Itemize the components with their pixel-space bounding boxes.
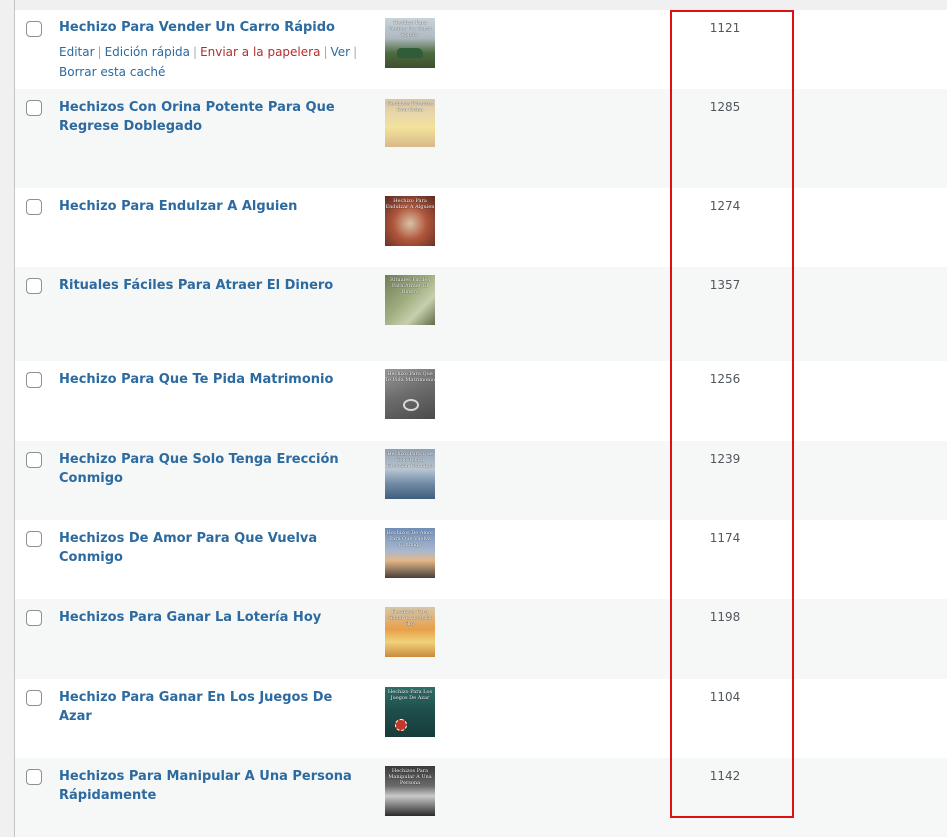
row-checkbox[interactable] [26, 278, 42, 294]
post-thumbnail[interactable]: Hechizos De Amor Para Que Vuelva Conmigo [385, 528, 435, 578]
post-thumbnail[interactable]: Hechizo Para Vender Un Carro Rápido [385, 18, 435, 68]
thumbnail-caption: Rituales Fáciles Para Atraer El Dinero [390, 277, 430, 295]
table-row: Hechizo Para Ganar En Los Juegos De Azar… [15, 679, 947, 758]
thumbnail-caption: Hechizos Potentes Con Orina [386, 101, 434, 113]
table-row: Hechizos Para Ganar La Lotería Hoy Hechi… [15, 599, 947, 679]
post-thumbnail[interactable]: Hechizos Potentes Con Orina [385, 99, 435, 147]
view-link[interactable]: Ver [330, 45, 350, 59]
table-row: Hechizo Para Que Te Pida Matrimonio Hech… [15, 361, 947, 441]
table-row: Hechizos Para Manipular A Una Persona Rá… [15, 758, 947, 837]
thumbnail-caption: Hechizo Para Vender Un Carro Rápido [388, 20, 432, 38]
row-checkbox[interactable] [26, 610, 42, 626]
thumbnail-caption: Hechizos Para Ganar La Lotería Hoy [388, 609, 432, 627]
row-checkbox[interactable] [26, 100, 42, 116]
post-thumbnail[interactable]: Hechizo Para Que Te Pida Matrimonio [385, 369, 435, 419]
table-row: Hechizo Para Que Solo Tenga Erección Con… [15, 441, 947, 520]
post-title-link[interactable]: Hechizo Para Ganar En Los Juegos De Azar [59, 688, 369, 726]
view-count: 1256 [709, 372, 741, 386]
post-title-link[interactable]: Hechizo Para Vender Un Carro Rápido [59, 18, 369, 37]
view-count: 1198 [709, 610, 741, 624]
view-count: 1121 [709, 21, 741, 35]
thumbnail-caption: Hechizo Para Que Solo Tenga Erección Con… [386, 451, 434, 469]
car-shape [397, 48, 423, 58]
clear-cache-link[interactable]: Borrar esta caché [59, 65, 165, 79]
post-title-link[interactable]: Hechizos Para Ganar La Lotería Hoy [59, 608, 369, 627]
view-count: 1142 [709, 769, 741, 783]
posts-table: Hechizo Para Vender Un Carro Rápido Edit… [15, 0, 947, 837]
post-title-link[interactable]: Hechizo Para Endulzar A Alguien [59, 197, 369, 216]
table-row: Hechizo Para Vender Un Carro Rápido Edit… [15, 10, 947, 89]
view-count: 1285 [709, 100, 741, 114]
edit-link[interactable]: Editar [59, 45, 95, 59]
separator: | [353, 45, 358, 59]
separator: | [193, 45, 198, 59]
post-title-link[interactable]: Hechizo Para Que Te Pida Matrimonio [59, 370, 369, 389]
separator: | [97, 45, 102, 59]
post-thumbnail[interactable]: Rituales Fáciles Para Atraer El Dinero [385, 275, 435, 325]
post-title-link[interactable]: Hechizos De Amor Para Que Vuelva Conmigo [59, 529, 369, 567]
post-title-link[interactable]: Hechizos Para Manipular A Una Persona Rá… [59, 767, 369, 805]
thumbnail-caption: Hechizo Para Que Te Pida Matrimonio [385, 371, 435, 383]
thumbnail-caption: Hechizos Para Manipular A Una Persona [388, 768, 432, 786]
table-row: Hechizos Con Orina Potente Para Que Regr… [15, 89, 947, 188]
row-actions: Editar | Edición rápida | Enviar a la papele… [59, 42, 369, 82]
admin-sidebar-edge [0, 0, 15, 837]
poker-chip-shape [395, 719, 407, 731]
table-row: Rituales Fáciles Para Atraer El Dinero R… [15, 267, 947, 361]
post-thumbnail[interactable]: Hechizo Para Que Solo Tenga Erección Con… [385, 449, 435, 499]
row-checkbox[interactable] [26, 199, 42, 215]
row-checkbox[interactable] [26, 531, 42, 547]
row-checkbox[interactable] [26, 372, 42, 388]
separator: | [323, 45, 328, 59]
posts-list-screen: Hechizo Para Vender Un Carro Rápido Edit… [0, 0, 947, 837]
trash-link[interactable]: Enviar a la papelera [200, 45, 320, 59]
post-thumbnail[interactable]: Hechizos Para Ganar La Lotería Hoy [385, 607, 435, 657]
post-title-link[interactable]: Hechizos Con Orina Potente Para Que Regr… [59, 98, 369, 136]
row-checkbox[interactable] [26, 452, 42, 468]
post-title-link[interactable]: Hechizo Para Que Solo Tenga Erección Con… [59, 450, 369, 488]
view-count: 1357 [709, 278, 741, 292]
quick-edit-link[interactable]: Edición rápida [105, 45, 190, 59]
view-count: 1239 [709, 452, 741, 466]
view-count: 1174 [709, 531, 741, 545]
row-checkbox[interactable] [26, 21, 42, 37]
view-count: 1104 [709, 690, 741, 704]
row-checkbox[interactable] [26, 690, 42, 706]
post-title-link[interactable]: Rituales Fáciles Para Atraer El Dinero [59, 276, 369, 295]
row-checkbox[interactable] [26, 769, 42, 785]
ring-shape [403, 399, 419, 411]
thumbnail-caption: Hechizo Para Los Juegos De Azar [387, 689, 433, 701]
post-thumbnail[interactable]: Hechizo Para Endulzar A Alguien [385, 196, 435, 246]
table-row: Hechizo Para Endulzar A Alguien Hechizo … [15, 188, 947, 267]
post-thumbnail[interactable]: Hechizo Para Los Juegos De Azar [385, 687, 435, 737]
table-row: Hechizos De Amor Para Que Vuelva Conmigo… [15, 520, 947, 599]
thumbnail-caption: Hechizo Para Endulzar A Alguien [385, 198, 435, 210]
thumbnail-caption: Hechizos De Amor Para Que Vuelva Conmigo [386, 530, 434, 548]
view-count: 1274 [709, 199, 741, 213]
post-thumbnail[interactable]: Hechizos Para Manipular A Una Persona [385, 766, 435, 816]
